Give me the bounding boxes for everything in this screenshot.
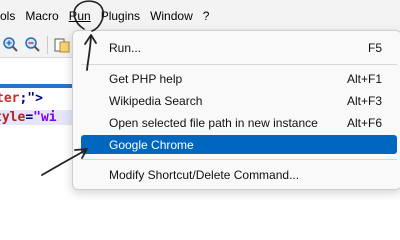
menu-bar: ols Macro Run Plugins Window ? — [0, 0, 400, 32]
tab-strip — [0, 58, 80, 90]
code-line-1: ter;"> — [0, 91, 43, 106]
menu-tools[interactable]: ols — [0, 9, 18, 23]
menu-separator — [81, 64, 397, 65]
menu-item-open-file-new-instance[interactable]: Open selected file path in new instance … — [81, 113, 397, 132]
menu-item-get-php-help[interactable]: Get PHP help Alt+F1 — [81, 69, 397, 88]
menu-item-modify-shortcut[interactable]: Modify Shortcut/Delete Command... — [81, 165, 397, 184]
menu-item-run[interactable]: Run... F5 — [81, 38, 397, 57]
menu-window[interactable]: Window — [147, 9, 196, 23]
menu-plugins[interactable]: Plugins — [98, 9, 143, 23]
sync-view-icon[interactable] — [53, 36, 71, 54]
menu-separator — [81, 159, 397, 160]
zoom-in-icon[interactable] — [2, 36, 20, 54]
menu-item-google-chrome[interactable]: Google Chrome — [81, 135, 397, 154]
zoom-out-icon[interactable] — [24, 36, 42, 54]
toolbar — [0, 32, 80, 58]
menu-help[interactable]: ? — [200, 9, 213, 23]
toolbar-separator — [47, 36, 48, 54]
menu-macro[interactable]: Macro — [22, 9, 61, 23]
menu-item-wikipedia-search[interactable]: Wikipedia Search Alt+F3 — [81, 91, 397, 110]
active-tab-indicator — [0, 84, 80, 88]
notepadpp-window: ols Macro Run Plugins Window ? ter — [0, 0, 400, 200]
run-menu-dropdown: Run... F5 Get PHP help Alt+F1 Wikipedia … — [72, 30, 400, 190]
menu-run[interactable]: Run — [66, 9, 94, 23]
